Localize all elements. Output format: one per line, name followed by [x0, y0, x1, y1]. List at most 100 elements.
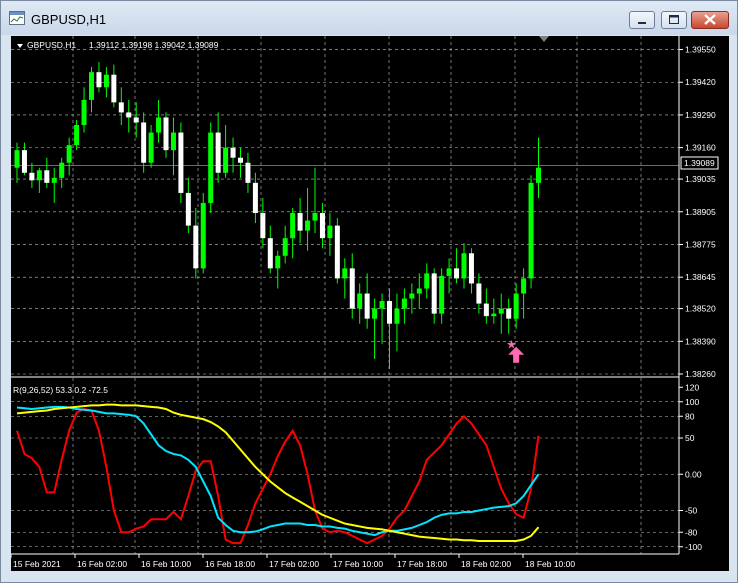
- candle-body[interactable]: [282, 238, 288, 256]
- candle-body[interactable]: [44, 170, 50, 183]
- candle-body[interactable]: [416, 288, 422, 294]
- candle-body[interactable]: [156, 117, 162, 133]
- candle-body[interactable]: [387, 301, 392, 324]
- candle-body[interactable]: [21, 150, 27, 173]
- candle-body[interactable]: [536, 167, 541, 183]
- candle-body[interactable]: [170, 132, 176, 151]
- candle-body[interactable]: [379, 301, 385, 309]
- oscillator-series-line-2[interactable]: [16, 405, 540, 537]
- candle-body[interactable]: [498, 308, 504, 314]
- candle-body[interactable]: [163, 117, 169, 151]
- candle-body[interactable]: [36, 170, 42, 181]
- time-axis-label: 18 Feb 02:00: [461, 559, 511, 569]
- candle-body[interactable]: [468, 253, 474, 284]
- candle-body[interactable]: [431, 273, 437, 314]
- candle-body[interactable]: [81, 99, 87, 125]
- price-pane[interactable]: ★: [14, 62, 542, 369]
- candle-body[interactable]: [133, 117, 139, 123]
- candle-body[interactable]: [141, 122, 147, 163]
- candle-body[interactable]: [267, 238, 273, 269]
- candle-body[interactable]: [51, 177, 57, 183]
- candle-body[interactable]: [334, 225, 340, 279]
- candle-body[interactable]: [96, 72, 102, 88]
- candle-body[interactable]: [252, 182, 258, 214]
- candle-body[interactable]: [260, 213, 266, 239]
- candle-body[interactable]: [238, 157, 243, 163]
- time-axis-label: 16 Feb 02:00: [77, 559, 127, 569]
- candle-body[interactable]: [89, 72, 94, 100]
- candle-body[interactable]: [297, 213, 303, 231]
- candle-body[interactable]: [342, 268, 348, 279]
- candle-body[interactable]: [103, 74, 109, 88]
- candle-body[interactable]: [327, 225, 333, 239]
- candle-body[interactable]: [394, 308, 400, 324]
- candle-body[interactable]: [275, 255, 281, 269]
- price-axis-label: 1.38520: [685, 304, 716, 314]
- osc-axis-label: -80: [685, 527, 698, 537]
- candle-body[interactable]: [528, 182, 534, 279]
- candle-body[interactable]: [483, 303, 489, 317]
- candle-body[interactable]: [208, 132, 214, 203]
- maximize-icon: [669, 15, 679, 24]
- minimize-button[interactable]: [629, 11, 655, 29]
- candle-body[interactable]: [200, 202, 206, 269]
- candle-body[interactable]: [185, 192, 191, 226]
- candle-body[interactable]: [439, 275, 445, 314]
- time-axis-label: 16 Feb 18:00: [205, 559, 255, 569]
- candle-body[interactable]: [66, 145, 72, 163]
- candle-body[interactable]: [401, 298, 407, 309]
- candle-body[interactable]: [74, 125, 80, 146]
- candle-body[interactable]: [111, 74, 117, 103]
- price-axis-label: 1.38390: [685, 336, 716, 346]
- pane-collapse-icon[interactable]: [17, 44, 23, 48]
- candle-body[interactable]: [305, 220, 311, 231]
- time-axis-label: 17 Feb 02:00: [269, 559, 319, 569]
- candle-body[interactable]: [59, 162, 65, 178]
- close-button[interactable]: [691, 11, 729, 29]
- candle-body[interactable]: [148, 132, 154, 163]
- price-axis-label: 1.38260: [685, 369, 716, 379]
- candle-body[interactable]: [215, 132, 221, 173]
- chart-area[interactable]: ★ GBPUSD,H1 1.39112 1.39198 1.39042 1.39…: [10, 36, 729, 571]
- oscillator-pane[interactable]: [16, 403, 540, 545]
- candle-body[interactable]: [223, 147, 229, 173]
- candle-body[interactable]: [290, 213, 296, 239]
- candle-body[interactable]: [319, 213, 325, 239]
- candle-body[interactable]: [476, 283, 482, 304]
- candle-body[interactable]: [118, 102, 124, 113]
- candle-body[interactable]: [29, 172, 35, 181]
- candle-body[interactable]: [446, 268, 452, 276]
- time-axis-label: 16 Feb 10:00: [141, 559, 191, 569]
- title-bar[interactable]: GBPUSD,H1: [1, 1, 737, 35]
- candle-body[interactable]: [230, 147, 236, 158]
- candle-body[interactable]: [513, 293, 519, 319]
- oscillator-series-line-1[interactable]: [16, 407, 540, 545]
- oscillator-series-line-3[interactable]: [16, 403, 540, 542]
- price-axis-label: 1.39290: [685, 110, 716, 120]
- candle-body[interactable]: [357, 293, 363, 309]
- candle-body[interactable]: [126, 112, 132, 118]
- window-title: GBPUSD,H1: [31, 12, 107, 27]
- candle-body[interactable]: [424, 273, 430, 289]
- candle-body[interactable]: [521, 278, 527, 294]
- osc-axis-label: 100: [685, 397, 699, 407]
- candle-body[interactable]: [454, 268, 460, 279]
- candle-body[interactable]: [178, 132, 184, 193]
- chart-shift-marker[interactable]: [539, 36, 549, 42]
- candle-body[interactable]: [409, 293, 415, 299]
- candle-body[interactable]: [245, 162, 251, 183]
- candle-body[interactable]: [312, 213, 318, 221]
- candle-body[interactable]: [364, 293, 370, 319]
- candle-body[interactable]: [461, 253, 467, 279]
- candle-body[interactable]: [14, 150, 20, 168]
- close-icon: [704, 14, 716, 25]
- time-axis-label: 17 Feb 10:00: [333, 559, 383, 569]
- maximize-button[interactable]: [661, 11, 687, 29]
- candle-body[interactable]: [193, 225, 199, 269]
- candle-body[interactable]: [349, 268, 355, 309]
- candle-body[interactable]: [372, 308, 378, 319]
- candle-body[interactable]: [491, 313, 497, 317]
- chart-canvas[interactable]: ★ GBPUSD,H1 1.39112 1.39198 1.39042 1.39…: [10, 36, 729, 571]
- axis-layer: GBPUSD,H1 1.39112 1.39198 1.39042 1.3908…: [10, 36, 719, 569]
- candle-body[interactable]: [506, 308, 512, 319]
